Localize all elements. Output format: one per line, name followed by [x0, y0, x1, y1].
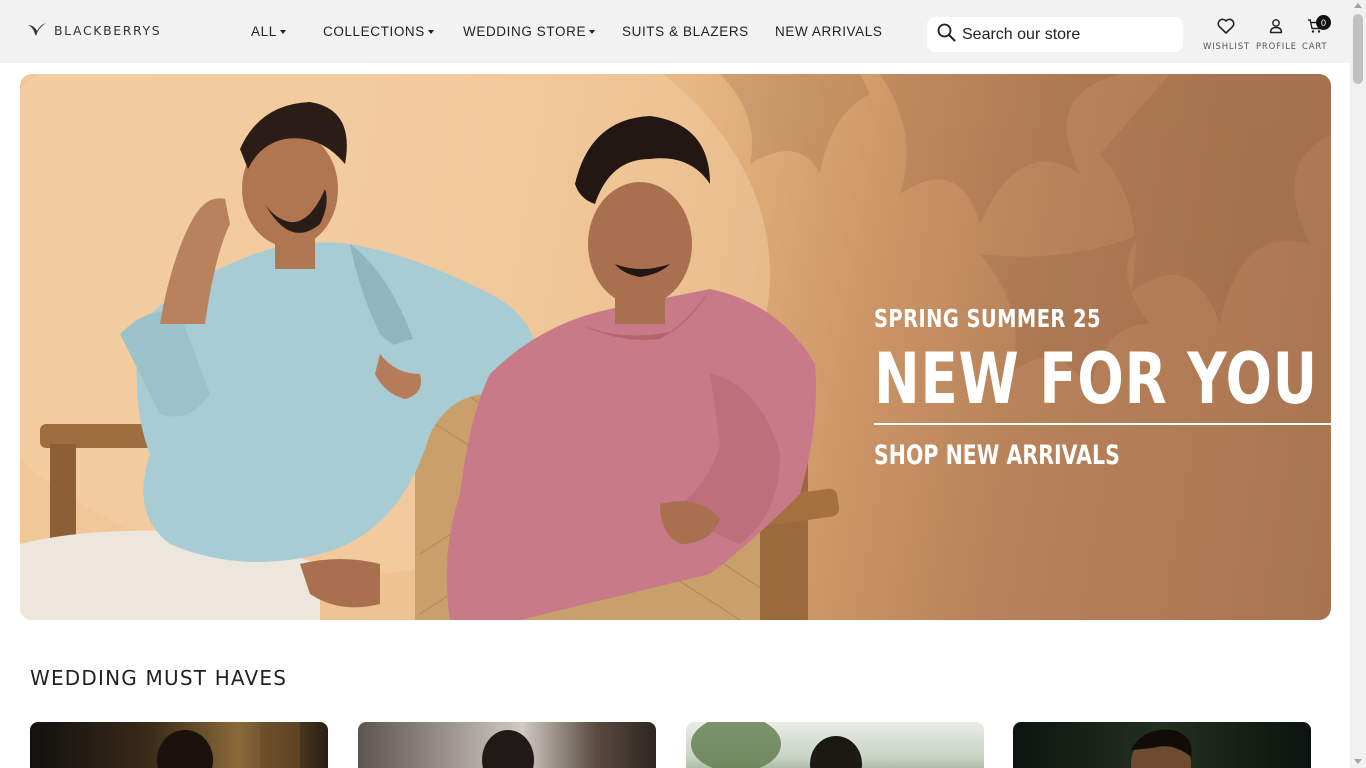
- scrollbar-thumb[interactable]: [1353, 14, 1363, 84]
- hero-eyebrow: SPRING SUMMER 25: [874, 304, 1101, 333]
- nav-item-all[interactable]: ALL: [251, 24, 286, 39]
- product-card[interactable]: [30, 722, 328, 768]
- product-image: [1131, 729, 1192, 768]
- nav-item-new-arrivals[interactable]: NEW ARRIVALS: [775, 24, 882, 39]
- product-image: [482, 730, 534, 768]
- product-card[interactable]: [358, 722, 656, 768]
- scroll-up-arrow-icon[interactable]: [1354, 3, 1362, 8]
- product-card[interactable]: [686, 722, 984, 768]
- cart-count-badge: 0: [1316, 15, 1331, 30]
- hero-banner[interactable]: SPRING SUMMER 25 NEW FOR YOU SHOP NEW AR…: [20, 74, 1331, 620]
- page: BLACKBERRYS ALL COLLECTIONS WEDDING STOR…: [0, 0, 1366, 768]
- search-box[interactable]: [927, 17, 1183, 52]
- nav-item-suits-blazers[interactable]: SUITS & BLAZERS: [622, 24, 749, 39]
- profile-label: PROFILE: [1256, 42, 1297, 52]
- product-card[interactable]: [1013, 722, 1311, 768]
- site-header: BLACKBERRYS ALL COLLECTIONS WEDDING STOR…: [0, 0, 1350, 63]
- nav-item-collections[interactable]: COLLECTIONS: [323, 24, 434, 39]
- user-icon: [1268, 18, 1284, 39]
- caret-down-icon: [589, 29, 596, 34]
- product-image: [691, 722, 862, 768]
- scroll-down-arrow-icon[interactable]: [1354, 759, 1362, 764]
- heart-icon: [1217, 18, 1235, 39]
- section-title: WEDDING MUST HAVES: [30, 666, 288, 690]
- profile-button[interactable]: PROFILE: [1256, 18, 1297, 52]
- nav-item-label: COLLECTIONS: [323, 24, 425, 39]
- nav-item-label: WEDDING STORE: [463, 24, 587, 39]
- hero-title: NEW FOR YOU: [874, 338, 1318, 420]
- search-icon: [937, 23, 956, 47]
- brand-name: BLACKBERRYS: [54, 22, 162, 38]
- nav-item-wedding-store[interactable]: WEDDING STORE: [463, 24, 596, 39]
- shop-new-arrivals-link[interactable]: SHOP NEW ARRIVALS: [874, 440, 1120, 471]
- wishlist-button[interactable]: WISHLIST: [1203, 18, 1250, 52]
- blackberrys-bird-icon: [27, 22, 47, 38]
- wishlist-label: WISHLIST: [1203, 42, 1250, 52]
- nav-item-label: SUITS & BLAZERS: [622, 24, 749, 39]
- brand-logo[interactable]: BLACKBERRYS: [27, 22, 161, 38]
- hero-divider: [874, 423, 1331, 425]
- caret-down-icon: [279, 29, 286, 34]
- caret-down-icon: [427, 29, 434, 34]
- nav-item-label: NEW ARRIVALS: [775, 24, 883, 39]
- nav-item-label: ALL: [251, 24, 277, 39]
- product-image: [157, 722, 300, 768]
- cart-label: CART: [1302, 42, 1328, 52]
- search-input[interactable]: [962, 25, 1172, 44]
- cart-button[interactable]: 0 CART: [1302, 15, 1331, 52]
- page-scrollbar[interactable]: [1350, 0, 1366, 768]
